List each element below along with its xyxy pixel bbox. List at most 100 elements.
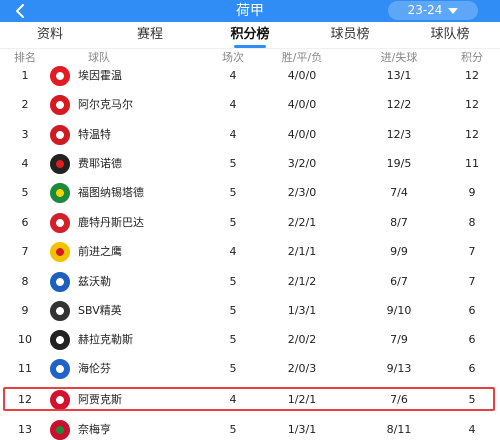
team-logo-icon (50, 153, 70, 174)
played-cell: 5 (229, 216, 237, 229)
rank-cell: 13 (18, 423, 32, 436)
team-name: 赫拉克勒斯 (78, 333, 133, 346)
table-row[interactable]: 13 奈梅亨 5 1/3/1 8/11 4 (0, 415, 500, 440)
season-selector[interactable]: 23-24 (388, 1, 478, 20)
played-cell: 4 (229, 245, 237, 258)
tab-standings[interactable]: 积分榜 (200, 22, 300, 49)
team-cell: 费耶诺德 (50, 149, 220, 178)
table-row[interactable]: 5 福图纳锡塔德 5 2/3/0 7/4 9 (0, 178, 500, 207)
table-row[interactable]: 11 海伦芬 5 2/0/3 9/13 6 (0, 354, 500, 383)
table-row[interactable]: 7 前进之鹰 4 2/1/1 9/9 7 (0, 237, 500, 266)
team-cell: 奈梅亨 (50, 415, 220, 440)
wdl-cell: 1/3/1 (287, 423, 317, 436)
wdl-cell: 4/0/0 (287, 69, 317, 82)
wdl-cell: 2/0/2 (287, 333, 317, 346)
team-cell: 海伦芬 (50, 354, 220, 383)
highlight-frame (3, 387, 495, 411)
points-cell: 6 (468, 304, 476, 317)
goals-cell: 13/1 (386, 69, 412, 82)
table-row[interactable]: 10 赫拉克勒斯 5 2/0/2 7/9 6 (0, 325, 500, 354)
table-row[interactable]: 2 阿尔克马尔 4 4/0/0 12/2 12 (0, 90, 500, 119)
goals-cell: 12/2 (386, 98, 412, 111)
team-cell: 赫拉克勒斯 (50, 325, 220, 354)
points-cell: 6 (468, 362, 476, 375)
rank-cell: 4 (21, 157, 29, 170)
team-cell: 前进之鹰 (50, 237, 220, 266)
goals-cell: 8/11 (386, 423, 412, 436)
wdl-cell: 2/1/2 (287, 275, 317, 288)
team-logo-icon (50, 419, 70, 440)
played-cell: 5 (229, 333, 237, 346)
goals-cell: 9/9 (390, 245, 408, 258)
points-cell: 12 (465, 128, 479, 141)
team-logo-icon (50, 241, 70, 262)
team-logo-icon (50, 65, 70, 86)
goals-cell: 9/13 (386, 362, 412, 375)
team-logo-icon (50, 271, 70, 292)
goals-cell: 19/5 (386, 157, 412, 170)
rank-cell: 2 (21, 98, 29, 111)
table-row[interactable]: 3 特温特 4 4/0/0 12/3 12 (0, 120, 500, 149)
points-cell: 7 (468, 245, 476, 258)
played-cell: 5 (229, 423, 237, 436)
table-row[interactable]: 4 费耶诺德 5 3/2/0 19/5 11 (0, 149, 500, 178)
tab-label: 资料 (36, 27, 63, 42)
team-name: 前进之鹰 (78, 245, 122, 258)
rank-cell: 8 (21, 275, 29, 288)
active-tab-indicator (234, 45, 266, 48)
points-cell: 6 (468, 333, 476, 346)
team-name: 奈梅亨 (78, 423, 111, 436)
team-logo-icon (50, 212, 70, 233)
tab-bar: 资料 赛程 积分榜 球员榜 球队榜 (0, 22, 500, 49)
table-row[interactable]: 1 埃因霍温 4 4/0/0 13/1 12 (0, 61, 500, 90)
tab-team-rankings[interactable]: 球队榜 (400, 22, 500, 49)
team-name: 福图纳锡塔德 (78, 186, 144, 199)
points-cell: 12 (465, 98, 479, 111)
wdl-cell: 2/0/3 (287, 362, 317, 375)
played-cell: 5 (229, 186, 237, 199)
team-cell: 鹿特丹斯巴达 (50, 208, 220, 237)
team-cell: 埃因霍温 (50, 61, 220, 90)
played-cell: 4 (229, 69, 237, 82)
points-cell: 4 (468, 423, 476, 436)
tab-info[interactable]: 资料 (0, 22, 100, 49)
top-bar: 荷甲 23-24 (0, 0, 500, 22)
team-logo-icon (50, 182, 70, 203)
team-logo-icon (50, 358, 70, 379)
team-name: 海伦芬 (78, 362, 111, 375)
rank-cell: 6 (21, 216, 29, 229)
rank-cell: 9 (21, 304, 29, 317)
rank-cell: 11 (18, 362, 32, 375)
table-row[interactable]: 9 SBV精英 5 1/3/1 9/10 6 (0, 296, 500, 325)
goals-cell: 6/7 (390, 275, 408, 288)
team-name: SBV精英 (78, 304, 122, 317)
played-cell: 5 (229, 157, 237, 170)
team-cell: SBV精英 (50, 296, 220, 325)
rank-cell: 5 (21, 186, 29, 199)
rank-cell: 3 (21, 128, 29, 141)
team-logo-icon (50, 94, 70, 115)
tab-label: 球队榜 (430, 27, 470, 42)
tab-player-rankings[interactable]: 球员榜 (300, 22, 400, 49)
team-cell: 兹沃勒 (50, 267, 220, 296)
team-name: 阿尔克马尔 (78, 98, 133, 111)
goals-cell: 7/9 (390, 333, 408, 346)
table-row[interactable]: 8 兹沃勒 5 2/1/2 6/7 7 (0, 267, 500, 296)
team-name: 兹沃勒 (78, 275, 111, 288)
points-cell: 11 (465, 157, 479, 170)
team-name: 费耶诺德 (78, 157, 122, 170)
played-cell: 4 (229, 98, 237, 111)
table-row[interactable]: 6 鹿特丹斯巴达 5 2/2/1 8/7 8 (0, 208, 500, 237)
points-cell: 7 (468, 275, 476, 288)
team-cell: 特温特 (50, 120, 220, 149)
points-cell: 12 (465, 69, 479, 82)
team-cell: 阿尔克马尔 (50, 90, 220, 119)
rank-cell: 10 (18, 333, 32, 346)
tab-schedule[interactable]: 赛程 (100, 22, 200, 49)
team-logo-icon (50, 124, 70, 145)
team-logo-icon (50, 329, 70, 350)
wdl-cell: 4/0/0 (287, 128, 317, 141)
wdl-cell: 2/2/1 (287, 216, 317, 229)
wdl-cell: 1/3/1 (287, 304, 317, 317)
points-cell: 8 (468, 216, 476, 229)
